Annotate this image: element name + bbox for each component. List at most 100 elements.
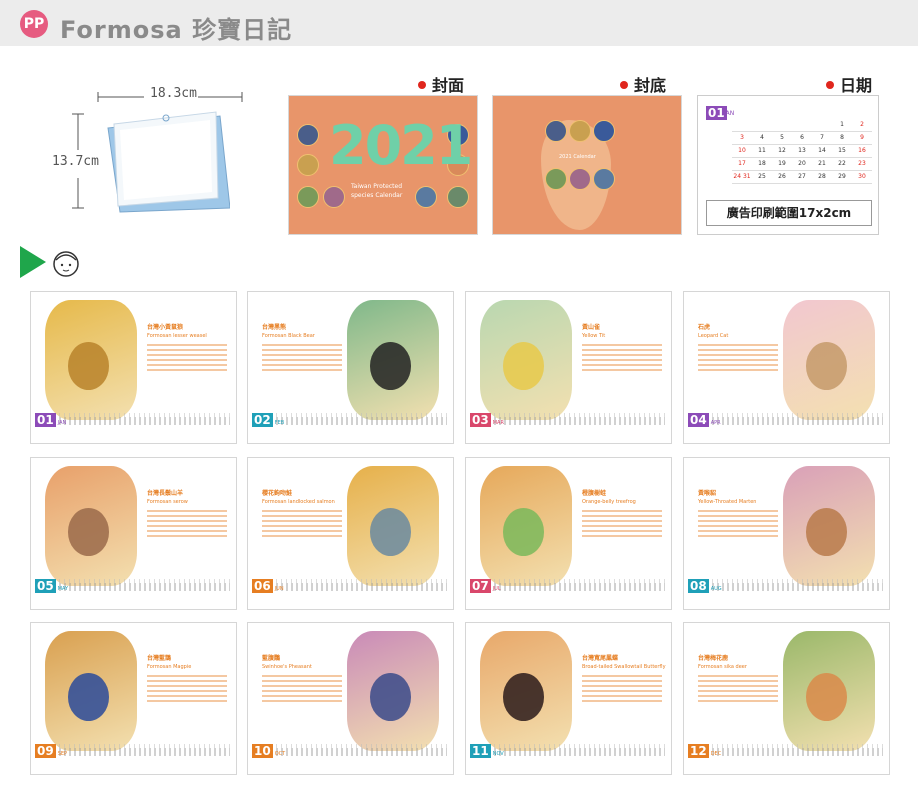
month-number: 11 [470,744,491,758]
animal-shape-icon [503,342,545,390]
month-number: 05 [35,579,56,593]
month-name: MAR [492,420,504,426]
month-name: AUG [710,586,722,592]
month-number: 03 [470,413,491,427]
date-cell: 2 [852,118,872,132]
bullet-dot-icon [826,81,834,89]
date-cell: 12 [772,144,792,158]
month-number: 01 [35,413,56,427]
animal-name-en: Formosan Magpie [147,664,192,670]
date-cell: 26 [772,170,792,184]
animal-description: 台灣藍鵲 Formosan Magpie [147,653,227,705]
month-name: SEP [57,751,68,757]
animal-illustration [347,466,439,586]
month-footer: 11 NOV [470,744,504,758]
date-cell: 27 [792,170,812,184]
animal-name-en: Formosan lesser weasel [147,333,207,339]
month-name: JAN [57,420,67,426]
month-card: 橙腹樹蛙 Orange-belly treefrog 07 JUL [465,457,672,610]
description-text-lines [262,510,342,537]
animal-description: 台灣梅花鹿 Formosan sika deer [698,653,778,705]
date-cell: 18 [752,157,772,171]
animal-name-zh: 石虎 [698,324,711,331]
month-card: 櫻花鉤吻鮭 Formosan landlocked salmon 06 JUN [247,457,454,610]
month-footer: 09 SEP [35,744,67,758]
animal-illustration [347,631,439,751]
label-back: 封底 [620,72,666,96]
back-subtitle: 2021 Calendar [559,154,596,160]
cover-year: 2021 [329,114,473,177]
animal-circle-icon [447,186,469,208]
month-name: APR [710,420,721,426]
date-strip [59,417,230,425]
date-cell [812,118,832,132]
animal-shape-icon [68,673,110,721]
date-strip [494,748,665,756]
animal-circle-icon [297,124,319,146]
date-cell [752,118,772,132]
month-card: 石虎 Leopard Cat 04 APR [683,291,890,444]
description-text-lines [698,675,778,702]
month-number: 09 [35,744,56,758]
description-text-lines [582,344,662,371]
month-footer: 10 OCT [252,744,285,758]
brand-logo: PP [20,10,48,38]
date-cell: 5 [772,131,792,145]
date-cell: 15 [832,144,852,158]
date-strip [276,583,447,591]
date-cell: 25 [752,170,772,184]
month-name: OCT [274,751,286,757]
animal-illustration [480,466,572,586]
date-cell: 14 [812,144,832,158]
animal-circle-icon [415,186,437,208]
date-cell [772,118,792,132]
cover-preview: 2021 Taiwan Protected species Calendar [288,95,478,235]
date-cell: 24 31 [732,170,752,184]
description-text-lines [582,675,662,702]
page-root: PP Formosa 珍寶日記 18.3cm 13.7cm 封面 封底 日期 2… [0,0,918,800]
animal-shape-icon [370,342,412,390]
animal-shape-icon [503,508,545,556]
date-cell: 29 [832,170,852,184]
animal-name-zh: 櫻花鉤吻鮭 [262,490,293,497]
animal-name-zh: 橙腹樹蛙 [582,490,607,497]
month-number: 08 [688,579,709,593]
bullet-dot-icon [418,81,426,89]
description-text-lines [147,510,227,537]
back-preview: 2021 Calendar [492,95,682,235]
animal-illustration [783,466,875,586]
date-preview: 01 JAN 1 2 3 4 5 6 7 8 9 10 11 12 13 14 15 16 17 18 19 20 21… [697,95,879,235]
month-footer: 01 JAN [35,413,66,427]
month-footer: 03 MAR [470,413,504,427]
month-card: 台灣小黃鼠狼 Formosan lesser weasel 01 JAN [30,291,237,444]
animal-circle-icon [545,120,567,142]
date-cell: 1 [832,118,852,132]
animal-name-zh: 台灣梅花鹿 [698,655,729,662]
animal-name-en: Formosan sika deer [698,664,747,670]
description-text-lines [147,675,227,702]
date-cell: 28 [812,170,832,184]
animal-illustration [45,466,137,586]
month-number: 06 [252,579,273,593]
month-number: 02 [252,413,273,427]
date-cell: 30 [852,170,872,184]
month-card: 台灣梅花鹿 Formosan sika deer 12 DEC [683,622,890,775]
description-text-lines [698,510,778,537]
animal-name-zh: 台灣寬尾鳳蝶 [582,655,619,662]
width-arrow-icon [97,92,243,102]
date-cell: 3 [732,131,752,145]
month-number: 07 [470,579,491,593]
animal-name-en: Formosan Black Bear [262,333,315,339]
animal-shape-icon [370,673,412,721]
animal-shape-icon [503,673,545,721]
date-cell: 23 [852,157,872,171]
header-bar: PP Formosa 珍寶日記 [0,0,918,46]
month-name: JUN [274,586,284,592]
animal-shape-icon [806,673,848,721]
date-cell: 4 [752,131,772,145]
description-text-lines [582,510,662,537]
month-card: 台灣長鬃山羊 Formosan serow 05 MAY [30,457,237,610]
height-arrow-icon [72,113,84,209]
description-text-lines [698,344,778,371]
date-cell: 10 [732,144,752,158]
